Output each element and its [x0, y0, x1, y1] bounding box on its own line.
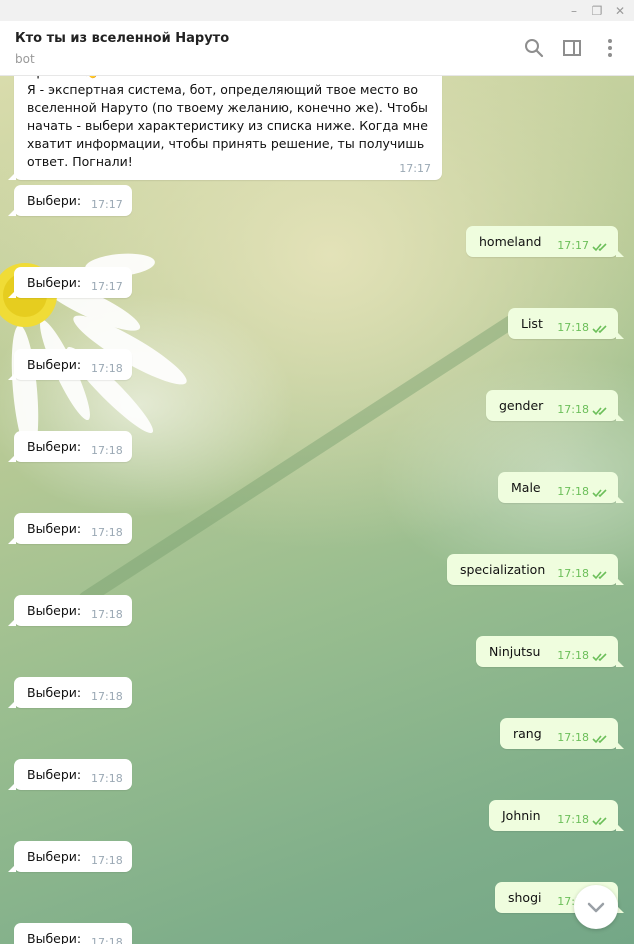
message-text: specialization: [460, 562, 546, 577]
read-check-icon: [592, 650, 610, 662]
message-time: 17:18: [557, 731, 589, 744]
message-time: 17:18: [557, 321, 589, 334]
message-time: 17:18: [557, 813, 589, 826]
read-check-icon: [592, 486, 610, 498]
maximize-button[interactable]: ❐: [586, 1, 608, 21]
message-text: Johnin: [502, 808, 541, 823]
close-button[interactable]: ✕: [609, 1, 631, 21]
chat-subtitle: bot: [15, 52, 35, 66]
read-check-icon: [592, 732, 610, 744]
read-check-icon: [592, 322, 610, 334]
outgoing-message[interactable]: specialization 17:18: [447, 554, 624, 585]
read-check-icon: [592, 568, 610, 580]
message-text: List: [521, 316, 543, 331]
message-text: Привет! 👋 Я - экспертная система, бот, о…: [27, 75, 428, 169]
message-time: 17:18: [557, 567, 589, 580]
incoming-message[interactable]: Выбери: 17:18: [8, 431, 132, 462]
outgoing-message[interactable]: Johnin 17:18: [489, 800, 624, 831]
message-time: 17:18: [91, 936, 123, 944]
incoming-message[interactable]: Выбери: 17:18: [8, 349, 132, 380]
message-time: 17:18: [91, 854, 123, 867]
message-time: 17:17: [91, 198, 123, 211]
message-time: 17:17: [399, 162, 431, 175]
read-check-icon: [592, 240, 610, 252]
scroll-down-button[interactable]: [574, 885, 618, 929]
sidebar-toggle-icon[interactable]: [561, 37, 583, 59]
message-text: homeland: [479, 234, 542, 249]
chat-header: Кто ты из вселенной Наруто bot: [0, 21, 634, 76]
read-check-icon: [592, 404, 610, 416]
message-text: Выбери:: [27, 439, 82, 454]
incoming-message[interactable]: Выбери: 17:18: [8, 513, 132, 544]
message-time: 17:18: [91, 772, 123, 785]
message-text: rang: [513, 726, 542, 741]
more-vertical-icon[interactable]: [599, 37, 621, 59]
message-text: Выбери:: [27, 767, 82, 782]
incoming-message[interactable]: Выбери: 17:18: [14, 923, 132, 944]
outgoing-message[interactable]: Male 17:18: [498, 472, 624, 503]
message-text: Выбери:: [27, 193, 82, 208]
outgoing-message[interactable]: Ninjutsu 17:18: [476, 636, 624, 667]
message-text: Выбери:: [27, 275, 82, 290]
message-text: Male: [511, 480, 541, 495]
message-time: 17:17: [91, 280, 123, 293]
message-time: 17:18: [557, 485, 589, 498]
message-time: 17:18: [557, 649, 589, 662]
incoming-message[interactable]: Выбери: 17:18: [8, 677, 132, 708]
incoming-message[interactable]: Выбери: 17:18: [8, 841, 132, 872]
incoming-message[interactable]: Выбери: 17:17: [8, 185, 132, 216]
message-time: 17:18: [91, 444, 123, 457]
message-text: Выбери:: [27, 357, 82, 372]
message-text: Ninjutsu: [489, 644, 541, 659]
message-time: 17:18: [557, 403, 589, 416]
outgoing-message[interactable]: homeland 17:17: [466, 226, 624, 257]
message-time: 17:17: [557, 239, 589, 252]
minimize-button[interactable]: –: [563, 1, 585, 21]
message-text: Выбери:: [27, 849, 82, 864]
message-text: gender: [499, 398, 544, 413]
message-time: 17:18: [91, 690, 123, 703]
outgoing-message[interactable]: rang 17:18: [500, 718, 624, 749]
chat-title[interactable]: Кто ты из вселенной Наруто: [15, 31, 229, 46]
incoming-message[interactable]: Выбери: 17:18: [8, 595, 132, 626]
chevron-down-icon: [587, 902, 605, 913]
outgoing-message[interactable]: gender 17:18: [486, 390, 624, 421]
incoming-message[interactable]: Выбери: 17:17: [8, 267, 132, 298]
message-text: Выбери:: [27, 521, 82, 536]
incoming-message[interactable]: Выбери: 17:18: [8, 759, 132, 790]
message-time: 17:18: [91, 608, 123, 621]
chat-area[interactable]: Привет! 👋 Я - экспертная система, бот, о…: [0, 75, 634, 944]
message-text: Выбери:: [27, 603, 82, 618]
message-text: Выбери:: [27, 931, 82, 944]
message-time: 17:18: [91, 526, 123, 539]
message-text: shogi: [508, 890, 542, 905]
read-check-icon: [592, 814, 610, 826]
message-time: 17:18: [91, 362, 123, 375]
search-icon[interactable]: [523, 37, 545, 59]
window-titlebar: – ❐ ✕: [0, 0, 634, 21]
outgoing-message[interactable]: List 17:18: [508, 308, 624, 339]
message-text: Выбери:: [27, 685, 82, 700]
intro-message[interactable]: Привет! 👋 Я - экспертная система, бот, о…: [8, 75, 442, 180]
